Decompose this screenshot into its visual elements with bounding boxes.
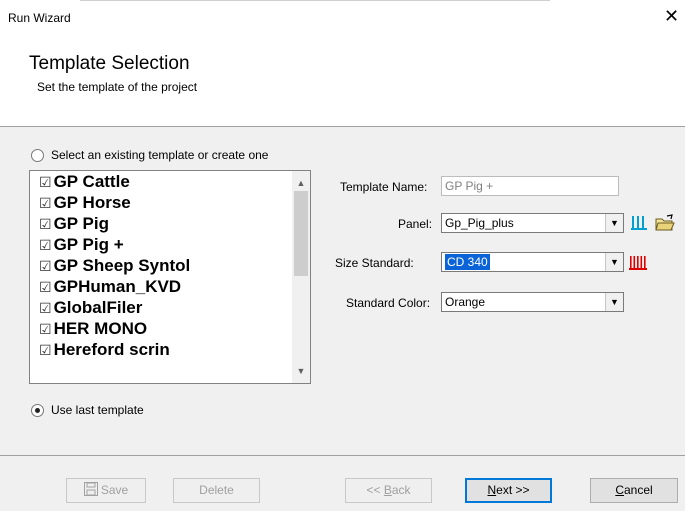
template-name-label: Template Name: [340,180,428,194]
size-standard-dropdown[interactable]: CD 340 ▼ [441,252,624,272]
window-title: Run Wizard [8,11,71,25]
template-list-item-label: HER MONO [53,319,148,338]
template-list-item-label: Hereford scrin [53,340,170,359]
checkbox-icon[interactable]: ☑ [39,321,52,337]
save-button[interactable]: Save [66,478,146,503]
scroll-down-icon[interactable]: ▼ [292,363,310,380]
select-existing-label[interactable]: Select an existing template or create on… [51,148,268,162]
template-list-item[interactable]: ☑ GP Sheep Syntol [30,255,292,276]
checkbox-icon[interactable]: ☑ [39,258,52,274]
save-button-label: Save [100,483,129,497]
template-list-item-label: GP Sheep Syntol [53,256,191,275]
scroll-up-icon[interactable]: ▲ [292,175,310,192]
template-list-item-label: GP Pig + [53,235,124,254]
template-name-value: GP Pig + [445,179,494,193]
template-list-item[interactable]: ☑ GP Cattle [30,171,292,192]
template-list-item[interactable]: ☑ GP Horse [30,192,292,213]
cancel-button-rest: ancel [623,483,653,497]
panel-value: Gp_Pig_plus [445,216,514,230]
size-standard-chevron-down-icon[interactable]: ▼ [605,253,623,271]
panel-dropdown[interactable]: Gp_Pig_plus ▼ [441,213,624,233]
size-standard-label: Size Standard: [335,256,414,270]
template-list-item-label: GP Cattle [53,172,130,191]
size-standard-value: CD 340 [445,254,490,270]
template-list-item-label: GlobalFiler [53,298,143,317]
select-existing-radio[interactable] [31,149,44,162]
delete-button-label: Delete [199,483,234,497]
template-list-item[interactable]: ☑ GPHuman_KVD [30,276,292,297]
title-bar-top-line [80,0,550,1]
next-button-key: N [487,483,497,497]
checkbox-icon[interactable]: ☑ [39,195,52,211]
panel-bars-icon[interactable] [630,213,650,233]
back-button-rest: ack [391,483,411,497]
title-bar: Run Wizard ✕ [0,0,685,40]
template-list-item[interactable]: ☑ GlobalFiler [30,297,292,318]
template-list-item-label: GP Horse [53,193,131,212]
checkbox-icon[interactable]: ☑ [39,279,52,295]
checkbox-icon[interactable]: ☑ [39,300,52,316]
page-title: Template Selection [29,53,190,74]
next-button-rest: ext >> [496,483,530,497]
template-list-item[interactable]: ☑ Hereford scrin [30,339,292,360]
standard-color-label: Standard Color: [346,296,431,310]
checkbox-icon[interactable]: ☑ [39,342,52,358]
back-button-prefix: << [366,483,384,497]
standard-color-chevron-down-icon[interactable]: ▼ [605,293,623,311]
checkbox-icon[interactable]: ☑ [39,216,52,232]
standard-color-value: Orange [445,295,486,309]
template-list-item-label: GP Pig [53,214,109,233]
cancel-button[interactable]: Cancel [590,478,678,503]
delete-button[interactable]: Delete [173,478,260,503]
wizard-header: Template Selection Set the template of t… [0,40,685,127]
open-folder-icon[interactable] [655,213,675,233]
template-name-field[interactable]: GP Pig + [441,176,619,196]
next-button[interactable]: Next >> [465,478,552,503]
template-list-item-label: GPHuman_KVD [53,277,182,296]
checkbox-icon[interactable]: ☑ [39,237,52,253]
close-icon[interactable]: ✕ [664,6,679,26]
size-standard-bars-icon[interactable] [628,253,648,273]
back-button-key: B [383,483,392,497]
template-list-item[interactable]: ☑ HER MONO [30,318,292,339]
scrollbar-thumb[interactable] [294,191,308,276]
use-last-template-radio[interactable] [31,404,44,417]
bottom-separator [0,455,685,456]
vertical-scrollbar[interactable]: ▲ ▼ [292,171,310,383]
panel-label: Panel: [398,217,433,231]
template-list-item[interactable]: ☑ GP Pig + [30,234,292,255]
floppy-disk-icon [83,482,98,496]
panel-chevron-down-icon[interactable]: ▼ [605,214,623,232]
standard-color-dropdown[interactable]: Orange ▼ [441,292,624,312]
cancel-button-key: C [615,483,624,497]
back-button[interactable]: << Back [345,478,432,503]
template-list-item[interactable]: ☑ GP Pig [30,213,292,234]
template-list-items: ☑ GP Cattle ☑ GP Horse ☑ GP Pig ☑ GP Pig + ☑ GP S… [30,171,292,360]
use-last-template-label[interactable]: Use last template [51,403,144,417]
template-listbox[interactable]: ☑ GP Cattle ☑ GP Horse ☑ GP Pig ☑ GP Pig + ☑ GP S… [29,170,311,384]
page-subtitle: Set the template of the project [37,80,198,94]
checkbox-icon[interactable]: ☑ [39,174,52,190]
